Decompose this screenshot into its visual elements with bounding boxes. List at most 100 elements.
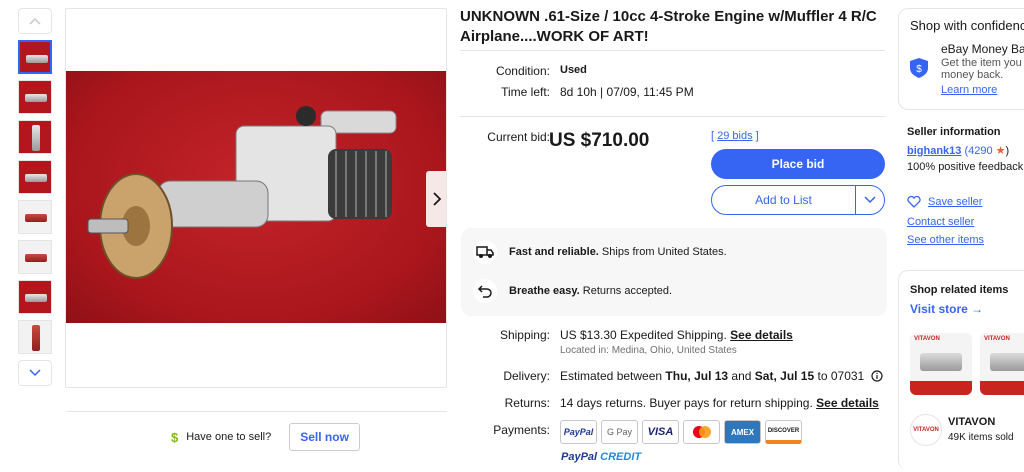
sell-prompt-text: Have one to sell? — [186, 431, 272, 443]
thumbnail-8[interactable] — [18, 320, 52, 354]
related-items-title: Shop related items — [910, 284, 1009, 296]
delivery-value: Estimated between Thu, Jul 13 and Sat, J… — [560, 369, 883, 383]
save-seller-button[interactable]: Save seller — [907, 196, 982, 208]
truck-icon — [473, 240, 497, 264]
thumbnail-4[interactable] — [18, 160, 52, 194]
seller-name-link[interactable]: bighank13 — [907, 145, 961, 157]
related-item-band — [910, 381, 972, 395]
bid-history-link[interactable]: 29 bids — [717, 130, 752, 142]
time-left-end-date: 07/09, 11:45 PM — [606, 85, 694, 99]
related-item-1[interactable]: VITAVON — [910, 333, 972, 395]
chevron-up-icon — [29, 17, 41, 25]
store-name[interactable]: VITAVON — [948, 416, 995, 428]
related-item-band — [980, 381, 1024, 395]
save-seller-label: Save seller — [928, 196, 983, 208]
shipping-label: Shipping: — [499, 328, 550, 342]
returns-label: Returns: — [504, 396, 550, 410]
related-item-brand: VITAVON — [914, 336, 940, 342]
returns-details-link[interactable]: See details — [816, 396, 879, 410]
returns-highlight-text: Breathe easy. Returns accepted. — [509, 285, 673, 297]
current-bid-label: Current bid: — [487, 130, 550, 144]
bid-bracket-open: [ — [711, 130, 715, 142]
returns-value: 14 days returns. Buyer pays for return s… — [560, 396, 879, 410]
heart-icon — [907, 196, 921, 208]
current-bid-price: US $710.00 — [549, 130, 650, 151]
seller-feedback-count[interactable]: (4290 — [964, 145, 992, 157]
thumbnail-5[interactable] — [18, 200, 52, 234]
payments-label: Payments: — [493, 423, 550, 437]
info-icon[interactable] — [870, 370, 883, 382]
add-to-list-label: Add to List — [755, 193, 812, 207]
paypal-credit-part-a: PayPal — [561, 451, 598, 463]
protection-title: Shop with confidence — [910, 18, 1024, 33]
paypal-logo: PayPal — [560, 420, 597, 444]
time-left-value: 8d 10h | 07/09, 11:45 PM — [560, 85, 694, 99]
sell-prompt: $ Have one to sell? Sell now — [171, 423, 360, 451]
visit-store-label: Visit store — [910, 302, 968, 316]
time-left-duration: 8d 10h — [560, 85, 597, 99]
dollar-icon: $ — [171, 429, 179, 445]
thumbnail-2[interactable] — [18, 80, 52, 114]
discover-logo: DISCOVER — [765, 420, 802, 444]
paypal-credit-part-b: CREDIT — [600, 451, 642, 463]
divider — [66, 411, 447, 412]
protection-heading: eBay Money Back — [941, 42, 1024, 56]
listing-page: $ Have one to sell? Sell now UNKNOWN .61… — [0, 0, 1024, 472]
related-item-2[interactable]: VITAVON — [980, 333, 1024, 395]
thumb-scroll-up-button[interactable] — [18, 8, 52, 34]
divider — [460, 116, 885, 117]
arrow-right-icon: → — [971, 302, 984, 316]
next-image-button[interactable] — [426, 171, 446, 227]
thumbnail-strip — [18, 8, 54, 386]
returns-highlight: Breathe easy. Returns accepted. — [473, 279, 672, 303]
chevron-down-icon — [29, 369, 41, 377]
add-to-list-button[interactable]: Add to List — [711, 185, 885, 215]
visa-logo: VISA — [642, 420, 679, 444]
positive-feedback: 100% positive feedback — [907, 161, 1024, 173]
thumb-scroll-down-button[interactable] — [18, 360, 52, 386]
thumbnail-6[interactable] — [18, 240, 52, 274]
related-item-photo — [920, 353, 962, 371]
thumbnail-1[interactable] — [18, 40, 52, 74]
bid-count: [ 29 bids ] — [711, 130, 759, 142]
seller-identity: bighank13 (4290 ★) — [907, 144, 1009, 157]
thumbnail-7[interactable] — [18, 280, 52, 314]
add-to-list-dropdown[interactable] — [856, 196, 884, 204]
store-logo[interactable]: VITAVON — [910, 414, 942, 446]
bid-bracket-close: ] — [755, 130, 759, 142]
product-photo — [66, 71, 446, 323]
time-left-separator: | — [600, 85, 604, 99]
delivery-label: Delivery: — [503, 369, 550, 383]
protection-desc-2: money back. — [941, 69, 1004, 81]
main-image-viewer[interactable] — [65, 8, 447, 388]
paypal-credit-logo: PayPal CREDIT — [561, 451, 641, 463]
google-pay-logo: G Pay — [601, 420, 638, 444]
shipping-details-link[interactable]: See details — [730, 328, 793, 342]
see-other-items-link[interactable]: See other items — [907, 234, 984, 246]
seller-info-title: Seller information — [907, 126, 1001, 138]
item-location: Located in: Medina, Ohio, United States — [560, 345, 737, 356]
thumbnail-3[interactable] — [18, 120, 52, 154]
mastercard-logo — [683, 420, 720, 444]
amex-logo: AMEX — [724, 420, 761, 444]
chevron-right-icon — [433, 192, 442, 206]
time-left-label: Time left: — [501, 85, 550, 99]
shipping-highlight: Fast and reliable. Ships from United Sta… — [473, 240, 727, 264]
learn-more-link[interactable]: Learn more — [941, 84, 997, 96]
store-items-sold: 49K items sold — [948, 432, 1014, 443]
place-bid-button[interactable]: Place bid — [711, 149, 885, 179]
feedback-star-icon: ★ — [995, 145, 1006, 157]
condition-value: Used — [560, 64, 587, 76]
listing-title: UNKNOWN .61-Size / 10cc 4-Stroke Engine … — [460, 8, 877, 45]
shield-icon: $ — [910, 58, 928, 78]
divider — [460, 50, 885, 51]
payment-methods: PayPal G Pay VISA AMEX DISCOVER — [560, 420, 802, 444]
contact-seller-link[interactable]: Contact seller — [907, 216, 974, 228]
return-arrow-icon — [473, 279, 497, 303]
sell-now-button[interactable]: Sell now — [289, 423, 360, 451]
returns-policy: 14 days returns. Buyer pays for return s… — [560, 396, 813, 410]
related-item-photo — [990, 353, 1024, 371]
visit-store-link[interactable]: Visit store → — [910, 302, 983, 316]
protection-desc-1: Get the item you or — [941, 57, 1024, 69]
highlights-box: Fast and reliable. Ships from United Sta… — [461, 228, 887, 316]
